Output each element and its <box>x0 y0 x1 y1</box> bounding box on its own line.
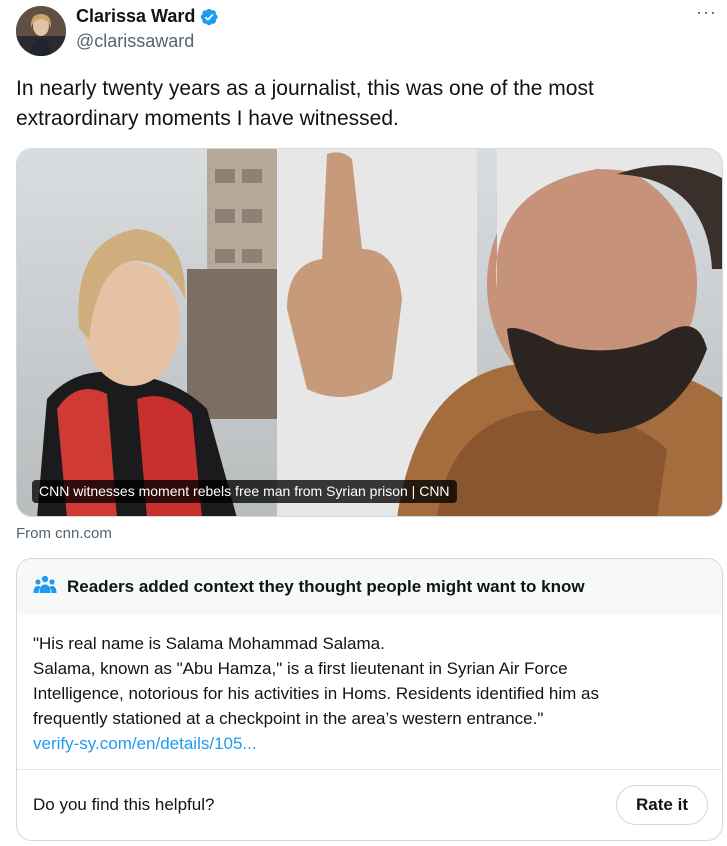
author-name-row: Clarissa Ward <box>76 6 219 27</box>
author-handle[interactable]: @clarissaward <box>76 31 194 52</box>
community-note-heading: Readers added context they thought peopl… <box>67 577 585 596</box>
tweet-text-line: extraordinary moments I have witnessed. <box>16 107 399 130</box>
media-source-link[interactable]: From cnn.com <box>16 525 112 542</box>
community-note: Readers added context they thought peopl… <box>16 558 723 841</box>
tweet-text-line: In nearly twenty years as a journalist, … <box>16 77 594 100</box>
tweet-text: In nearly twenty years as a journalist, … <box>16 74 706 134</box>
note-source-link[interactable]: verify-sy.com/en/details/105... <box>33 734 257 753</box>
rate-it-button[interactable]: Rate it <box>616 785 708 825</box>
media-card[interactable]: CNN witnesses moment rebels free man fro… <box>16 148 723 517</box>
note-text-line: frequently stationed at a checkpoint in … <box>33 709 544 728</box>
more-options-icon[interactable]: ··· <box>696 2 717 23</box>
note-text-line: Salama, known as "Abu Hamza," is a first… <box>33 659 568 678</box>
community-note-body: "His real name is Salama Mohammad Salama… <box>17 615 722 756</box>
author-name[interactable]: Clarissa Ward <box>76 6 195 27</box>
verified-badge-icon <box>199 7 219 27</box>
video-thumbnail-image <box>17 149 722 516</box>
author-avatar[interactable] <box>16 6 66 56</box>
helpful-question: Do you find this helpful? <box>33 795 215 814</box>
community-note-footer: Do you find this helpful? Rate it <box>17 769 722 840</box>
note-text-line: "His real name is Salama Mohammad Salama… <box>33 634 385 653</box>
media-caption: CNN witnesses moment rebels free man fro… <box>32 480 457 503</box>
people-icon <box>33 574 57 601</box>
note-text-line: Intelligence, notorious for his activiti… <box>33 684 599 703</box>
community-note-header: Readers added context they thought peopl… <box>17 559 722 615</box>
